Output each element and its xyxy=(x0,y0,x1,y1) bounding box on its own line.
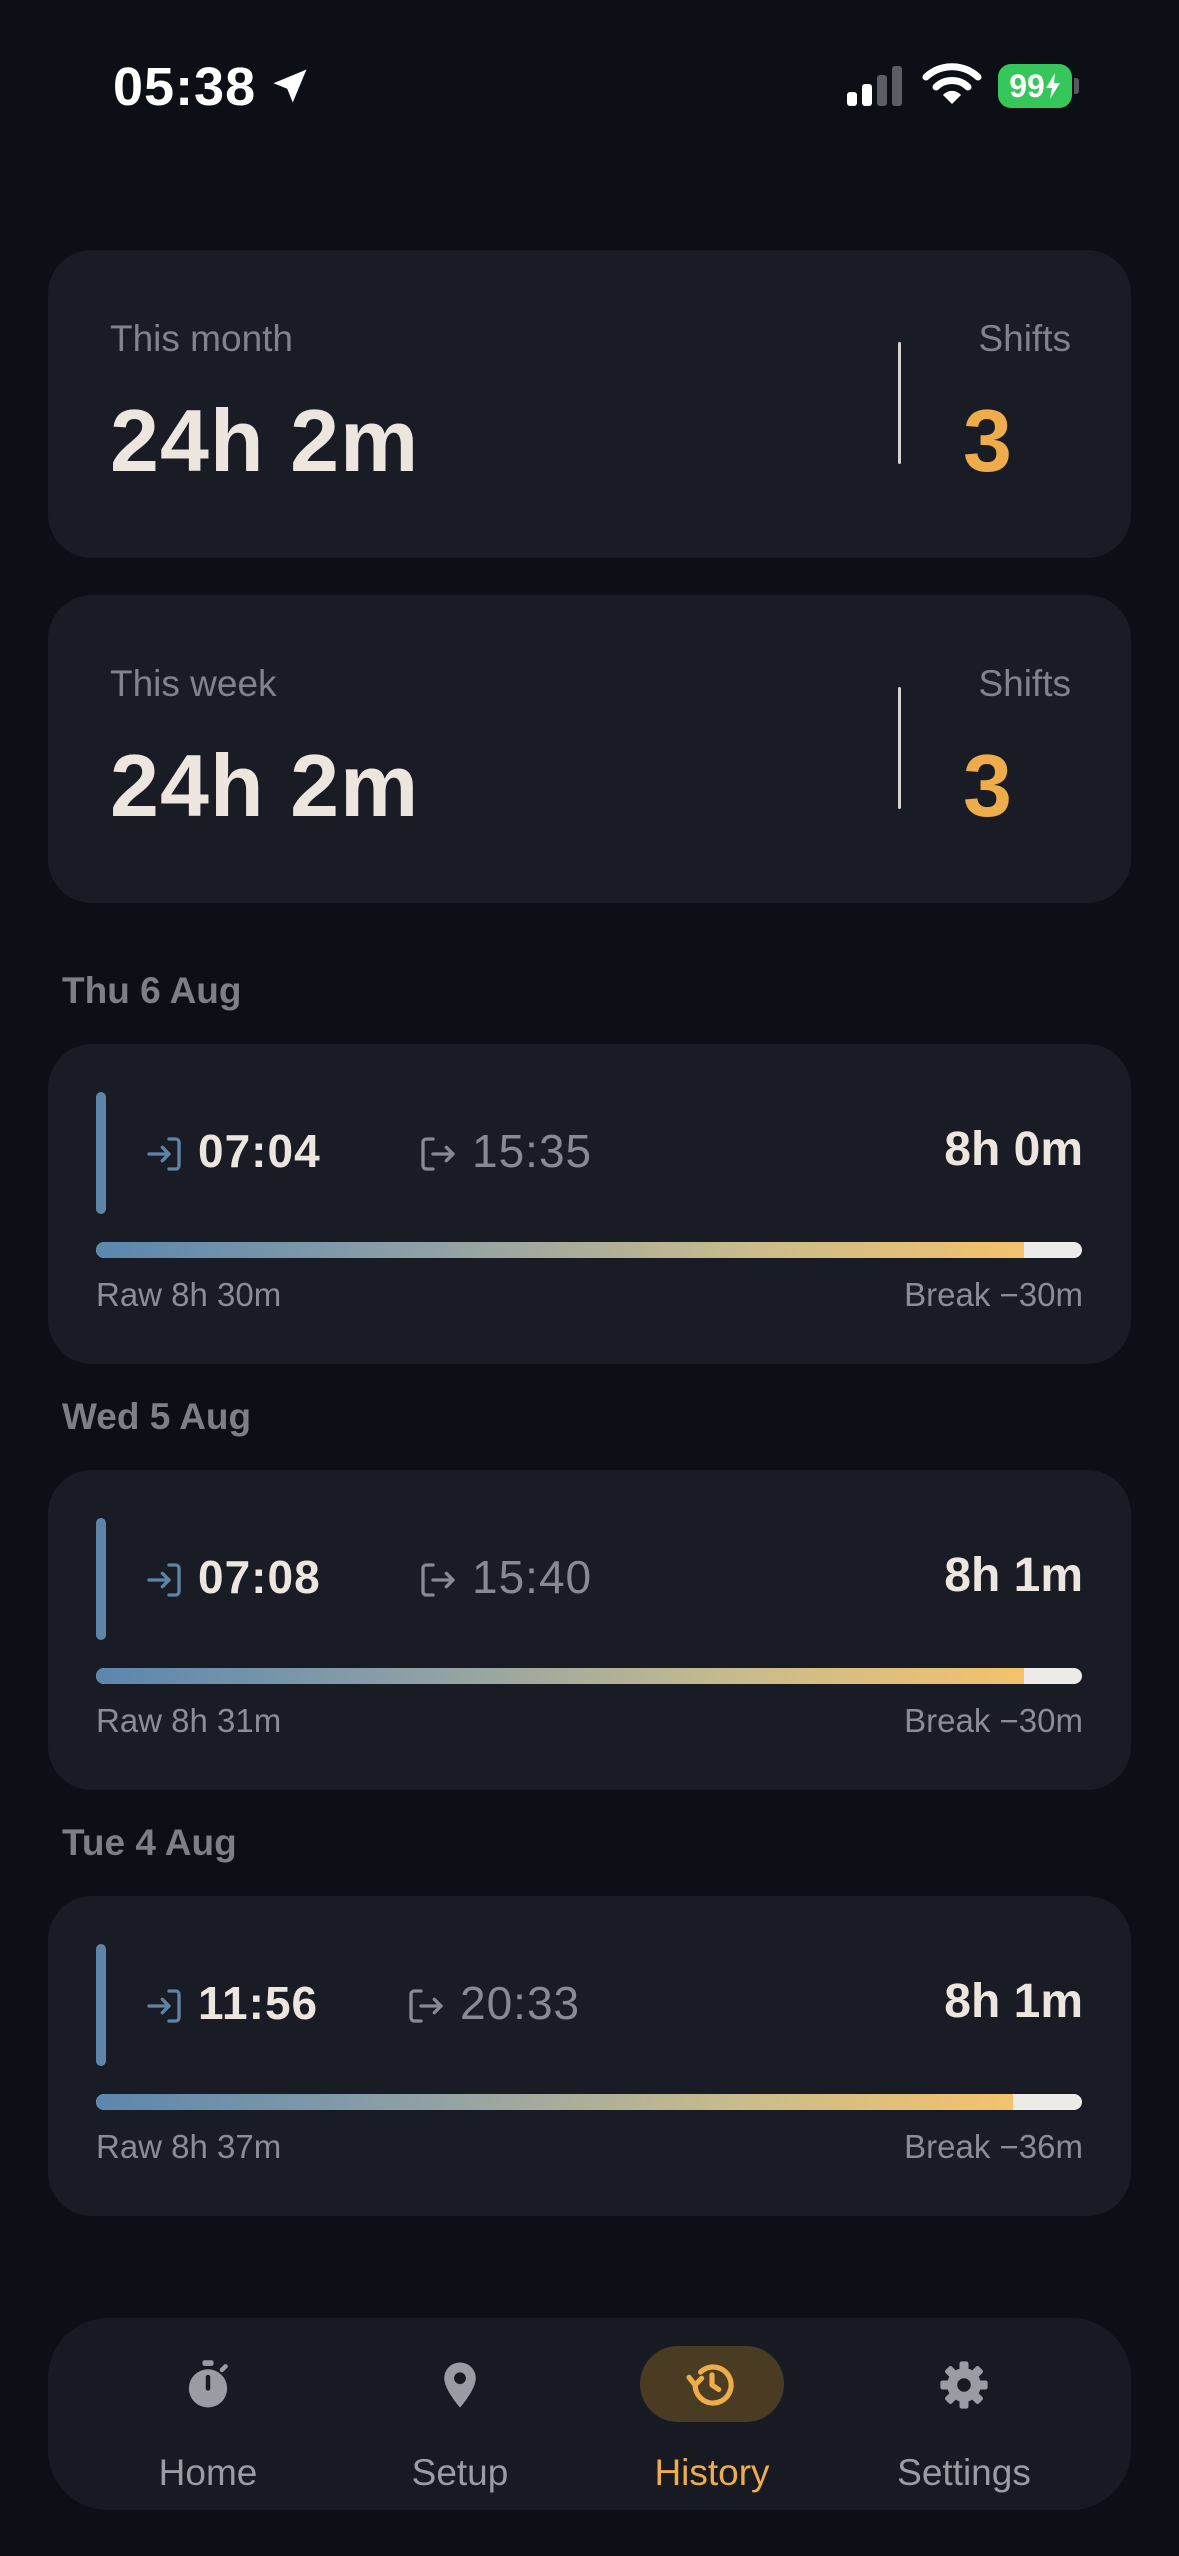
shift-progress-track xyxy=(96,1242,1082,1258)
shift-raw-duration: Raw 8h 37m xyxy=(96,2128,282,2165)
shift-accent-bar xyxy=(96,1518,106,1640)
summary-label: This month xyxy=(110,318,294,359)
bottom-tab-bar: Home Setup History Settings xyxy=(48,2318,1131,2510)
battery-level: 99 xyxy=(998,64,1072,108)
shift-card[interactable]: 07:08 15:40 8h 1m Raw 8h 31m Break −30m xyxy=(48,1470,1131,1790)
clock-in-time: 07:04 xyxy=(198,1125,321,1177)
shift-raw-duration: Raw 8h 31m xyxy=(96,1702,282,1739)
shift-accent-bar xyxy=(96,1092,106,1214)
shift-break-duration: Break −30m xyxy=(904,1702,1083,1739)
clock-in-time: 07:08 xyxy=(198,1551,321,1603)
tab-home[interactable]: Home xyxy=(98,2318,318,2510)
shift-net-duration: 8h 1m xyxy=(944,1549,1083,1602)
clock-out-icon xyxy=(421,1137,455,1171)
battery-tip xyxy=(1074,78,1079,94)
shift-card[interactable]: 11:56 20:33 8h 1m Raw 8h 37m Break −36m xyxy=(48,1896,1131,2216)
tab-history[interactable]: History xyxy=(602,2318,822,2510)
wifi-icon xyxy=(922,63,982,104)
summary-divider xyxy=(898,687,901,809)
tab-label: History xyxy=(654,2452,770,2493)
clock-out-time: 15:40 xyxy=(472,1551,593,1603)
shift-raw-duration: Raw 8h 30m xyxy=(96,1276,282,1313)
clock-in-icon xyxy=(147,1989,181,2023)
clock-in-time: 11:56 xyxy=(198,1977,319,2029)
summary-label: This week xyxy=(110,663,277,704)
shift-progress-track xyxy=(96,1668,1082,1684)
summary-shifts-label: Shifts xyxy=(978,318,1071,359)
location-arrow-icon xyxy=(273,69,307,103)
clock-out-time: 15:35 xyxy=(472,1125,593,1177)
shift-card[interactable]: 07:04 15:35 8h 0m Raw 8h 30m Break −30m xyxy=(48,1044,1131,1364)
shift-progress-track xyxy=(96,2094,1082,2110)
day-heading: Wed 5 Aug xyxy=(62,1396,252,1437)
stopwatch-icon xyxy=(188,2360,228,2408)
shift-net-duration: 8h 0m xyxy=(944,1123,1083,1176)
clock-out-time: 20:33 xyxy=(460,1977,581,2029)
clock-out-icon xyxy=(409,1989,443,2023)
tab-label: Setup xyxy=(411,2452,509,2493)
battery-percent: 99 xyxy=(1009,67,1045,104)
shift-break-duration: Break −36m xyxy=(904,2128,1083,2165)
clock-in-icon xyxy=(147,1563,181,1597)
summary-shifts-count: 3 xyxy=(963,736,1012,835)
summary-card-week: This week 24h 2m Shifts 3 xyxy=(48,595,1131,903)
summary-total: 24h 2m xyxy=(110,736,420,835)
map-pin-icon xyxy=(444,2362,476,2408)
summary-card-month: This month 24h 2m Shifts 3 xyxy=(48,250,1131,558)
shift-net-duration: 8h 1m xyxy=(944,1975,1083,2028)
history-icon xyxy=(686,2364,734,2406)
cellular-signal-icon xyxy=(847,66,902,106)
summary-shifts-label: Shifts xyxy=(978,663,1071,704)
shift-break-duration: Break −30m xyxy=(904,1276,1083,1313)
tab-settings[interactable]: Settings xyxy=(854,2318,1074,2510)
status-bar: 05:38 99 xyxy=(0,0,1179,170)
day-heading: Thu 6 Aug xyxy=(62,970,242,1011)
tab-label: Home xyxy=(158,2452,258,2493)
shift-progress-fill xyxy=(96,2094,1013,2110)
summary-divider xyxy=(898,342,901,464)
shift-progress-fill xyxy=(96,1668,1024,1684)
charging-bolt-icon xyxy=(1045,73,1060,99)
clock-in-icon xyxy=(147,1137,181,1171)
summary-shifts-count: 3 xyxy=(963,391,1012,490)
status-time: 05:38 xyxy=(113,57,257,117)
shift-accent-bar xyxy=(96,1944,106,2066)
shift-progress-fill xyxy=(96,1242,1024,1258)
tab-label: Settings xyxy=(897,2452,1031,2493)
day-heading: Tue 4 Aug xyxy=(62,1822,237,1863)
battery-indicator: 99 xyxy=(998,64,1080,108)
gear-icon xyxy=(940,2361,988,2409)
clock-out-icon xyxy=(421,1563,455,1597)
tab-setup[interactable]: Setup xyxy=(350,2318,570,2510)
summary-total: 24h 2m xyxy=(110,391,420,490)
